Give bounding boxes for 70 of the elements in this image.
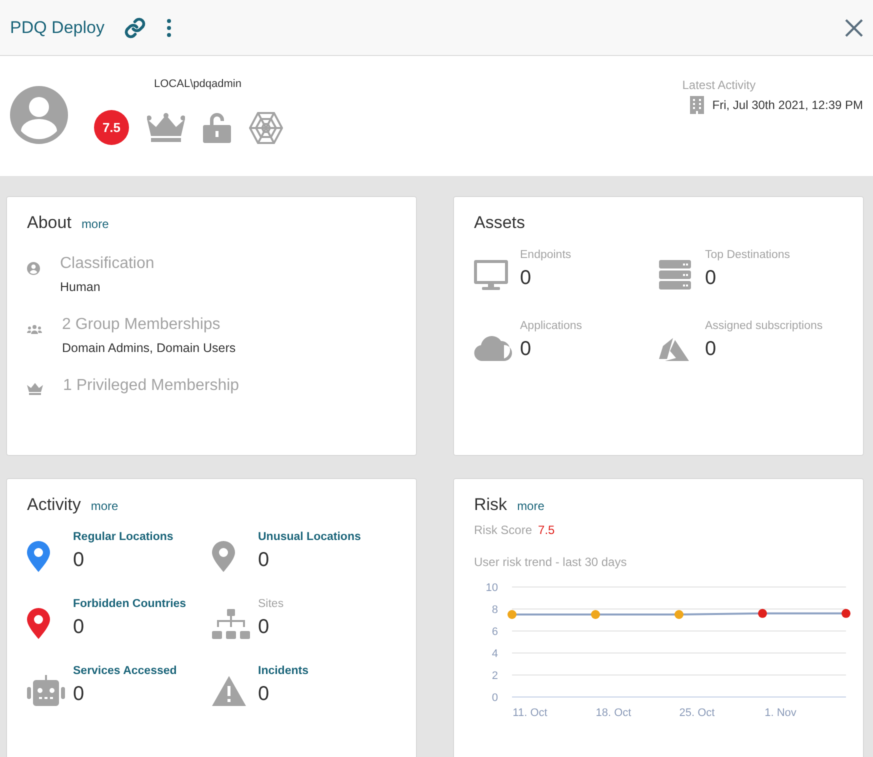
y-axis-label: 10 bbox=[486, 582, 498, 594]
activity-link[interactable]: Unusual Locations bbox=[258, 531, 361, 543]
activity-link[interactable]: Incidents bbox=[258, 665, 308, 677]
avatar-icon bbox=[10, 86, 68, 144]
triangle-logo-icon bbox=[659, 338, 689, 361]
warning-icon bbox=[212, 676, 246, 706]
asset-count: 0 bbox=[705, 338, 718, 361]
latest-activity-date: Fri, Jul 30th 2021, 12:39 PM bbox=[712, 98, 863, 112]
location-pin-icon bbox=[27, 541, 50, 572]
card-title: About bbox=[27, 213, 72, 233]
more-link[interactable]: more bbox=[90, 499, 118, 513]
activity-link[interactable]: Regular Locations bbox=[73, 531, 174, 543]
more-link[interactable]: more bbox=[517, 499, 544, 513]
asset-label: Assigned subscriptions bbox=[705, 320, 823, 332]
cloud-icon bbox=[474, 334, 512, 361]
activity-link[interactable]: Services Accessed bbox=[73, 665, 177, 677]
location-pin-icon bbox=[27, 608, 50, 639]
y-axis-label: 6 bbox=[492, 626, 498, 638]
x-axis-label: 18. Oct bbox=[596, 707, 632, 719]
y-axis-label: 8 bbox=[492, 604, 498, 616]
x-axis-label: 11. Oct bbox=[512, 707, 548, 719]
app-title: PDQ Deploy bbox=[10, 18, 104, 38]
activity-count: 0 bbox=[258, 549, 270, 572]
about-value: Domain Admins, Domain Users bbox=[62, 341, 236, 355]
monitor-icon bbox=[474, 260, 508, 290]
asset-label: Applications bbox=[520, 320, 582, 332]
close-icon[interactable] bbox=[845, 18, 863, 36]
unlocked-padlock-icon bbox=[203, 112, 231, 143]
activity-link[interactable]: Forbidden Countries bbox=[73, 598, 186, 610]
about-value: Human bbox=[60, 280, 102, 294]
building-icon bbox=[690, 96, 704, 114]
chart-title: User risk trend - last 30 days bbox=[474, 555, 627, 569]
group-icon bbox=[27, 325, 42, 334]
server-icon bbox=[659, 260, 691, 290]
risk-score-badge: 7.5 bbox=[94, 110, 129, 145]
activity-count: 0 bbox=[73, 616, 86, 639]
card-title: Activity bbox=[27, 495, 81, 515]
robot-icon bbox=[27, 675, 65, 706]
asset-count: 0 bbox=[705, 267, 718, 290]
link-icon[interactable] bbox=[124, 16, 146, 38]
latest-activity-label: Latest Activity bbox=[682, 78, 756, 92]
asset-label: Endpoints bbox=[520, 249, 572, 261]
asset-label: Top Destinations bbox=[705, 249, 790, 261]
card-title: Risk bbox=[474, 495, 508, 515]
more-options-icon[interactable] bbox=[166, 18, 172, 38]
activity-count: 0 bbox=[73, 683, 86, 706]
y-axis-label: 2 bbox=[492, 670, 498, 682]
x-axis-label: 1. Nov bbox=[764, 707, 796, 719]
asset-count: 0 bbox=[520, 267, 532, 290]
account-name: LOCAL\pdqadmin bbox=[154, 78, 242, 90]
crown-icon bbox=[147, 112, 185, 142]
y-axis-label: 4 bbox=[492, 648, 498, 660]
location-pin-icon bbox=[212, 541, 235, 572]
sitemap-icon bbox=[212, 609, 250, 639]
risk-score-label: Risk Score bbox=[474, 523, 532, 537]
about-label: Classification bbox=[60, 255, 154, 273]
risk-score-value: 7.5 bbox=[538, 523, 555, 537]
activity-count: 0 bbox=[258, 616, 270, 639]
spider-web-icon bbox=[249, 112, 283, 144]
crown-icon bbox=[27, 382, 43, 395]
card-title: Assets bbox=[474, 213, 526, 233]
x-axis-label: 25. Oct bbox=[679, 707, 715, 719]
asset-count: 0 bbox=[520, 338, 532, 361]
activity-count: 0 bbox=[73, 549, 86, 572]
activity-count: 0 bbox=[258, 683, 270, 706]
about-label: 1 Privileged Membership bbox=[63, 377, 240, 395]
activity-label: Sites bbox=[258, 598, 284, 610]
more-link[interactable]: more bbox=[81, 217, 109, 231]
about-label: 2 Group Memberships bbox=[62, 316, 222, 334]
y-axis-label: 0 bbox=[492, 692, 498, 704]
